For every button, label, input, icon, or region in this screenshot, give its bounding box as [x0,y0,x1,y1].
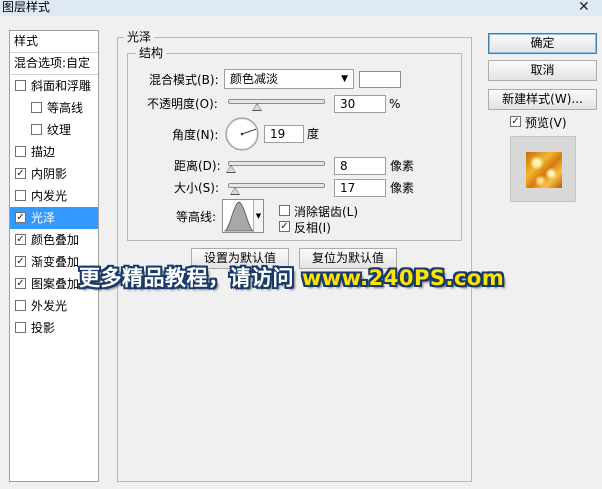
blending-options-item[interactable]: 混合选项:自定 [10,53,98,75]
blend-mode-value: 颜色减淡 [230,72,279,86]
chevron-down-icon: ▼ [341,74,348,84]
invert-checkbox[interactable]: ✓ 反相(I) [279,220,399,236]
color-overlay-checkbox[interactable]: ✓ [15,234,26,245]
style-item-stroke[interactable]: 描边 [10,141,98,163]
structure-group-title: 结构 [136,46,167,60]
style-item-inner-shadow[interactable]: ✓ 内阴影 [10,163,98,185]
satin-checkbox[interactable]: ✓ [15,212,26,223]
gradient-overlay-checkbox[interactable]: ✓ [15,256,26,267]
angle-input[interactable]: 19 [264,125,304,143]
size-unit: 像素 [390,181,415,195]
opacity-input[interactable]: 30 [334,95,386,113]
distance-label: 距离(D): [174,159,221,173]
color-overlay-label: 颜色叠加 [31,233,80,247]
preview-check[interactable]: ✓ [510,116,521,127]
contour-label: 等高线 [47,101,84,115]
styles-header[interactable]: 样式 [10,31,98,53]
opacity-slider-thumb[interactable] [251,103,262,111]
close-icon[interactable]: ✕ [578,0,590,15]
size-slider-thumb[interactable] [229,187,240,195]
outer-glow-checkbox[interactable] [15,300,26,311]
chevron-down-icon[interactable]: ▼ [253,200,263,232]
angle-unit: 度 [307,127,320,141]
watermark-text: 更多精品教程，请访问 www.240PS.com [79,262,504,292]
window-title: 图层样式 [2,0,51,14]
ok-button[interactable]: 确定 [488,33,597,54]
distance-input[interactable]: 8 [334,157,386,175]
drop-shadow-checkbox[interactable] [15,322,26,333]
opacity-label: 不透明度(O): [147,97,218,111]
size-label: 大小(S): [174,181,220,195]
inner-glow-label: 内发光 [31,189,68,203]
blend-color-swatch[interactable] [359,71,401,88]
preview-thumbnail [510,136,576,202]
preview-swatch [526,152,562,188]
style-item-bevel-emboss[interactable]: 斜面和浮雕 [10,75,98,97]
title-bar [0,0,602,16]
angle-label: 角度(N): [172,128,219,142]
bevel-emboss-label: 斜面和浮雕 [31,79,92,93]
stroke-checkbox[interactable] [15,146,26,157]
size-input[interactable]: 17 [334,179,386,197]
distance-slider-thumb[interactable] [225,165,236,173]
pattern-overlay-checkbox[interactable]: ✓ [15,278,26,289]
style-item-texture[interactable]: 纹理 [10,119,98,141]
texture-checkbox[interactable] [31,124,42,135]
distance-slider-track[interactable] [228,161,325,166]
opacity-slider-track[interactable] [228,99,325,104]
watermark-site: www.240PS.com [301,266,505,290]
inner-glow-checkbox[interactable] [15,190,26,201]
gradient-overlay-label: 渐变叠加 [31,255,80,269]
satin-label: 光泽 [31,211,56,225]
distance-unit: 像素 [390,159,415,173]
texture-label: 纹理 [47,123,72,137]
styles-list: 样式 混合选项:自定 斜面和浮雕等高线纹理描边 ✓ 内阴影内发光 ✓ 光泽 ✓ 颜色叠加 ✓ 渐… [9,30,99,482]
style-item-drop-shadow[interactable]: 投影 [10,317,98,339]
anti-alias-checkbox[interactable]: 消除锯齿(L) [279,204,399,220]
new-style-button[interactable]: 新建样式(W)... [488,89,597,110]
size-slider-track[interactable] [228,183,325,188]
drop-shadow-label: 投影 [31,321,56,335]
anti-alias-check[interactable] [279,205,290,216]
inner-shadow-checkbox[interactable]: ✓ [15,168,26,179]
inner-shadow-label: 内阴影 [31,167,68,181]
blend-mode-label: 混合模式(B): [149,73,219,87]
style-item-satin[interactable]: ✓ 光泽 [10,207,98,229]
style-item-outer-glow[interactable]: 外发光 [10,295,98,317]
pattern-overlay-label: 图案叠加 [31,277,80,291]
cancel-button[interactable]: 取消 [488,60,597,81]
preview-checkbox[interactable]: ✓ 预览(V) [510,114,590,130]
satin-group-title: 光泽 [124,30,155,44]
contour-label: 等高线: [176,210,217,224]
bevel-emboss-checkbox[interactable] [15,80,26,91]
blend-mode-select[interactable]: 颜色减淡 ▼ [224,69,354,89]
style-item-contour[interactable]: 等高线 [10,97,98,119]
watermark-prefix: 更多精品教程，请访问 [79,266,302,290]
style-item-inner-glow[interactable]: 内发光 [10,185,98,207]
contour-picker[interactable]: ▼ [222,199,264,233]
contour-checkbox[interactable] [31,102,42,113]
preview-label: 预览(V) [525,116,567,130]
outer-glow-label: 外发光 [31,299,68,313]
angle-dial[interactable] [224,116,260,152]
contour-curve-icon [224,201,254,232]
stroke-label: 描边 [31,145,56,159]
opacity-unit: % [389,97,401,111]
invert-check[interactable]: ✓ [279,221,290,232]
anti-alias-label: 消除锯齿(L) [294,205,359,219]
style-item-color-overlay[interactable]: ✓ 颜色叠加 [10,229,98,251]
invert-label: 反相(I) [294,221,331,235]
